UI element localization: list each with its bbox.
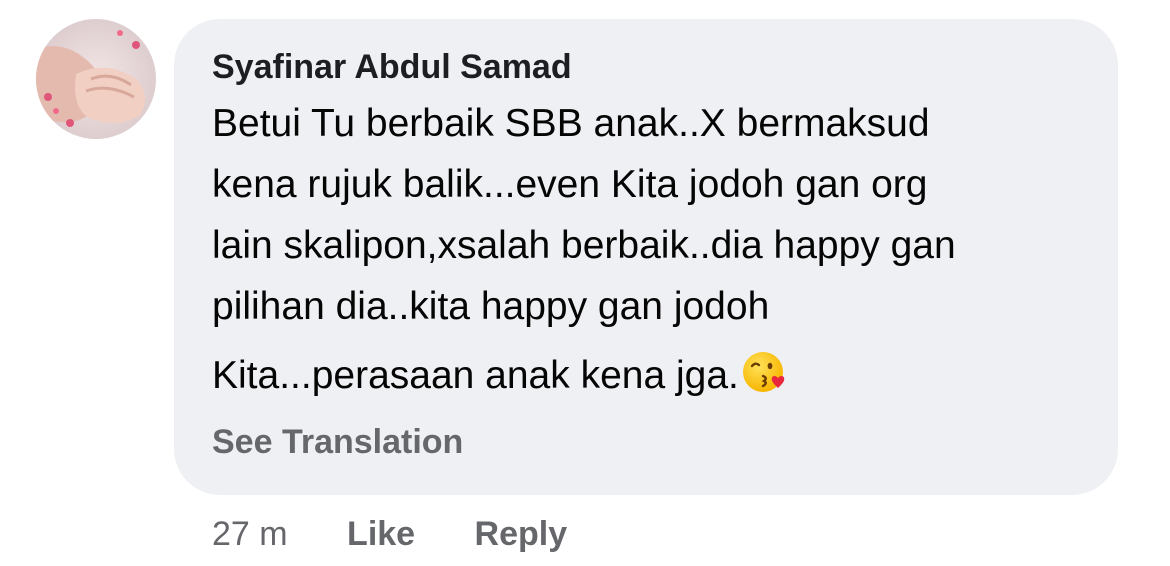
like-button[interactable]: Like [347,512,415,556]
face-blowing-a-kiss-icon [742,352,785,392]
see-translation-link[interactable]: See Translation [212,422,1088,462]
comment-paragraph: Betui Tu berbaik SBB anak..X bermaksud k… [212,102,956,328]
comment-paragraph: Kita...perasaan anak kena jga. [212,345,1088,406]
comment-actions: 27 m Like Reply [212,512,567,556]
avatar-photo [36,19,156,139]
avatar[interactable] [36,19,156,139]
comment-body: Betui Tu berbaik SBB anak..X bermaksud k… [212,93,1088,406]
comment-bubble: Syafinar Abdul Samad Betui Tu berbaik SB… [174,19,1118,495]
reply-button[interactable]: Reply [475,512,568,556]
comment-author-name[interactable]: Syafinar Abdul Samad [212,47,1088,87]
comment-timestamp[interactable]: 27 m [212,512,288,556]
comment-paragraph-text: Kita...perasaan anak kena jga. [212,354,739,397]
